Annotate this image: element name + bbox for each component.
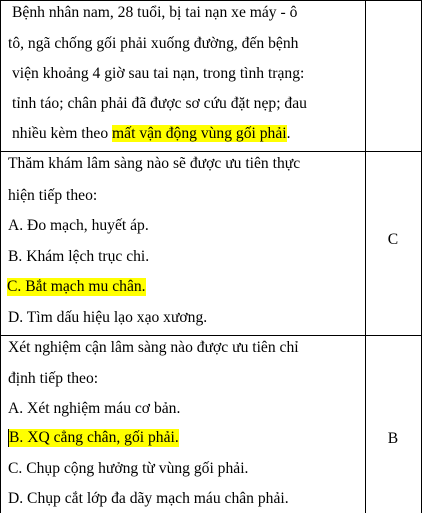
q1-option-c-highlighted: C. Bắt mạch mu chân. bbox=[7, 278, 146, 296]
q1-answer: C bbox=[387, 231, 399, 248]
table-column-divider bbox=[365, 0, 366, 513]
q1-option-a: A. Đo mạch, huyết áp. bbox=[8, 217, 149, 234]
q2-option-b-highlighted: B. XQ cẳng chân, gối phải. bbox=[8, 429, 179, 447]
q2-option-d: D. Chụp cắt lớp đa dãy mạch máu chân phả… bbox=[8, 490, 289, 507]
case-line-1: Bệnh nhân nam, 28 tuổi, bị tai nạn xe má… bbox=[12, 4, 298, 21]
case-highlight: mất vận động vùng gối phải bbox=[112, 125, 287, 142]
q2-option-c: C. Chụp cộng hưởng từ vùng gối phải. bbox=[8, 460, 249, 477]
table-border-left bbox=[0, 0, 1, 513]
q1-stem-line-2: hiện tiếp theo: bbox=[8, 187, 98, 204]
q2-option-a: A. Xét nghiệm máu cơ bản. bbox=[8, 400, 181, 417]
table-row-divider-1 bbox=[0, 151, 422, 152]
exam-table: Bệnh nhân nam, 28 tuổi, bị tai nạn xe má… bbox=[0, 0, 422, 513]
q2-answer: B bbox=[387, 430, 399, 447]
case-line-2: tô, ngã chống gối phải xuống đường, đến … bbox=[8, 35, 299, 52]
q1-stem-line-1: Thăm khám lâm sàng nào sẽ được ưu tiên t… bbox=[8, 155, 301, 172]
q2-stem-line-2: định tiếp theo: bbox=[8, 370, 99, 387]
table-border-top bbox=[0, 0, 422, 1]
case-line-5-text: nhiều kèm theo bbox=[12, 125, 113, 142]
case-line-5: nhiều kèm theo mất vận động vùng gối phả… bbox=[12, 125, 291, 143]
q2-stem-line-1: Xét nghiệm cận lâm sàng nào được ưu tiên… bbox=[8, 339, 299, 356]
table-row-divider-2 bbox=[0, 335, 422, 336]
q1-option-d: D. Tìm dấu hiệu lạo xạo xương. bbox=[8, 309, 208, 326]
case-line-5-end: . bbox=[286, 125, 291, 142]
case-line-3: viện khoảng 4 giờ sau tai nạn, trong tìn… bbox=[12, 65, 305, 82]
case-line-4: tỉnh táo; chân phải đã được sơ cứu đặt n… bbox=[12, 95, 307, 112]
q1-option-b: B. Khám lệch trục chi. bbox=[8, 248, 150, 265]
